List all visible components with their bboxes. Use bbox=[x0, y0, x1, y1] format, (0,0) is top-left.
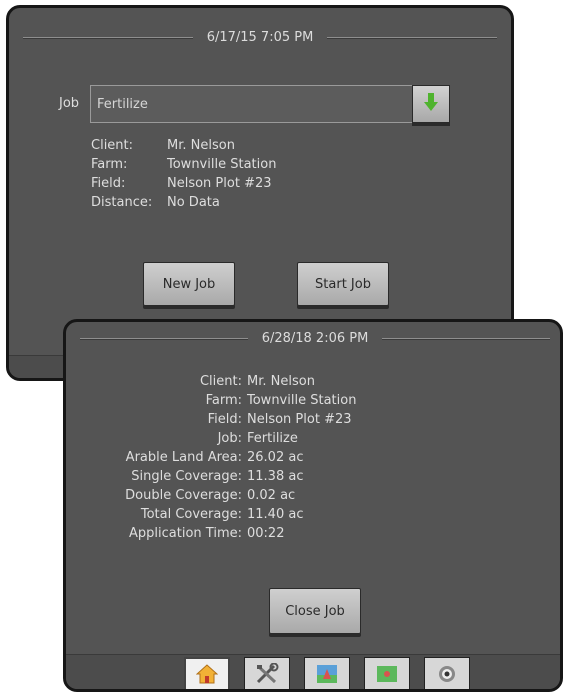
summary-row: Total Coverage: 11.40 ac bbox=[66, 505, 560, 524]
job-select-field[interactable]: Fertilize bbox=[90, 85, 416, 123]
info-row: Distance: No Data bbox=[91, 193, 276, 212]
tools-icon bbox=[255, 662, 279, 685]
summary-row: Field: Nelson Plot #23 bbox=[66, 410, 560, 429]
divider bbox=[80, 337, 248, 339]
tab-guidance[interactable] bbox=[424, 657, 470, 689]
info-value: Mr. Nelson bbox=[167, 138, 235, 153]
summary-key: Farm: bbox=[205, 393, 242, 408]
summary-key: Arable Land Area: bbox=[125, 450, 242, 465]
start-job-button[interactable]: Start Job bbox=[297, 262, 389, 306]
summary-value: Nelson Plot #23 bbox=[247, 412, 352, 427]
summary-key: Job: bbox=[217, 431, 242, 446]
info-row: Client: Mr. Nelson bbox=[91, 136, 276, 155]
divider bbox=[23, 36, 193, 38]
job-summary-screen: 6/28/18 2:06 PM Client: Mr. Nelson Farm:… bbox=[63, 319, 563, 692]
bottom-navigation bbox=[66, 654, 560, 689]
new-job-button[interactable]: New Job bbox=[143, 262, 235, 306]
summary-key: Double Coverage: bbox=[125, 488, 242, 503]
header-bar: 6/28/18 2:06 PM bbox=[80, 327, 551, 349]
close-job-button[interactable]: Close Job bbox=[269, 588, 361, 634]
job-value: Fertilize bbox=[97, 96, 148, 112]
divider bbox=[382, 337, 551, 339]
home-icon bbox=[196, 664, 218, 684]
tab-home[interactable] bbox=[184, 657, 230, 689]
summary-value: Mr. Nelson bbox=[247, 374, 315, 389]
info-row: Field: Nelson Plot #23 bbox=[91, 174, 276, 193]
summary-key: Application Time: bbox=[129, 526, 242, 541]
summary-row: Application Time: 00:22 bbox=[66, 524, 560, 543]
summary-row: Farm: Townville Station bbox=[66, 391, 560, 410]
summary-row: Single Coverage: 11.38 ac bbox=[66, 467, 560, 486]
job-info: Client: Mr. Nelson Farm: Townville Stati… bbox=[91, 136, 276, 212]
header-bar: 6/17/15 7:05 PM bbox=[23, 26, 498, 48]
summary-value: 11.38 ac bbox=[247, 469, 304, 484]
timestamp: 6/28/18 2:06 PM bbox=[261, 330, 369, 346]
job-label: Job bbox=[59, 96, 80, 111]
summary-value: Fertilize bbox=[247, 431, 298, 446]
job-summary: Client: Mr. Nelson Farm: Townville Stati… bbox=[66, 372, 560, 543]
summary-row: Job: Fertilize bbox=[66, 429, 560, 448]
summary-row: Double Coverage: 0.02 ac bbox=[66, 486, 560, 505]
summary-value: 00:22 bbox=[247, 526, 285, 541]
info-key: Client: bbox=[91, 138, 134, 153]
summary-key: Field: bbox=[207, 412, 242, 427]
summary-value: 26.02 ac bbox=[247, 450, 304, 465]
tab-bar bbox=[184, 657, 470, 689]
arrow-down-icon bbox=[423, 92, 439, 116]
summary-row: Client: Mr. Nelson bbox=[66, 372, 560, 391]
summary-key: Single Coverage: bbox=[131, 469, 242, 484]
map-view-icon bbox=[376, 664, 398, 684]
summary-value: 0.02 ac bbox=[247, 488, 296, 503]
vehicle-view-icon bbox=[316, 664, 338, 684]
info-key: Distance: bbox=[91, 195, 153, 210]
divider bbox=[327, 36, 498, 38]
summary-row: Arable Land Area: 26.02 ac bbox=[66, 448, 560, 467]
info-key: Farm: bbox=[91, 157, 128, 172]
info-value: Nelson Plot #23 bbox=[167, 176, 272, 191]
job-dropdown-button[interactable] bbox=[412, 85, 450, 123]
summary-value: Townville Station bbox=[247, 393, 357, 408]
summary-key: Total Coverage: bbox=[140, 507, 242, 522]
timestamp: 6/17/15 7:05 PM bbox=[206, 29, 314, 45]
summary-value: 11.40 ac bbox=[247, 507, 304, 522]
summary-key: Client: bbox=[199, 374, 242, 389]
info-value: No Data bbox=[167, 195, 220, 210]
info-key: Field: bbox=[91, 176, 126, 191]
tab-map-view[interactable] bbox=[364, 657, 410, 689]
tab-tools[interactable] bbox=[244, 657, 290, 689]
info-row: Farm: Townville Station bbox=[91, 155, 276, 174]
info-value: Townville Station bbox=[167, 157, 277, 172]
guidance-icon bbox=[436, 664, 458, 684]
tab-vehicle-view[interactable] bbox=[304, 657, 350, 689]
